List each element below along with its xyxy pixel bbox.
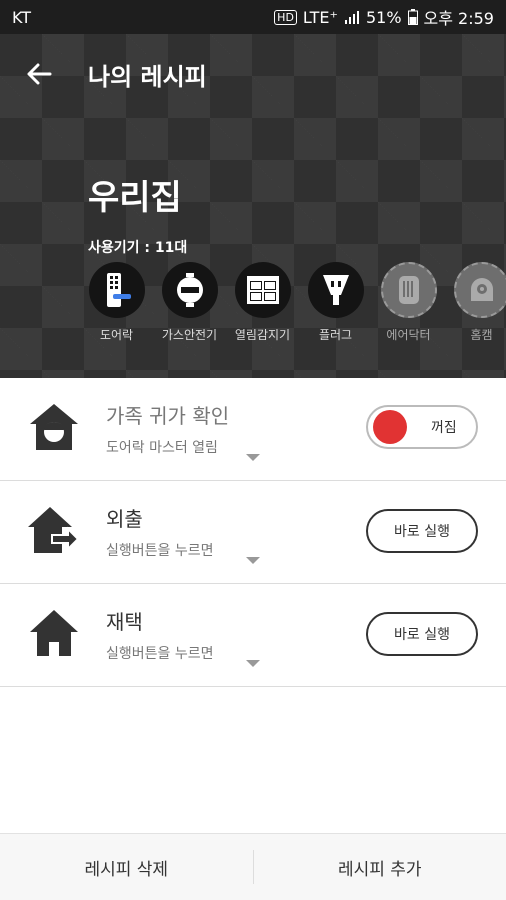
delete-recipe-button[interactable]: 레시피 삭제 [0,855,253,880]
add-recipe-button[interactable]: 레시피 추가 [254,855,506,880]
status-bar: KT HD LTE⁺ 51% 오후 2:59 [0,0,506,34]
clock: 오후 2:59 [423,9,494,28]
device-label: 도어락 [99,328,134,342]
home-cam-icon [470,278,493,301]
device-window-sensor[interactable]: 열림감지기 [226,262,299,343]
page-title: 나의 레시피 [88,62,207,91]
recipe-subtitle: 도어락 마스터 열림 [106,440,218,456]
device-gas-safety[interactable]: 가스안전기 [153,262,226,343]
chevron-down-icon[interactable] [246,454,260,461]
recipe-toggle[interactable]: 꺼짐 [366,405,478,449]
plug-icon [322,275,349,305]
recipe-subtitle: 실행버튼을 누르면 [106,646,214,662]
home-icon [30,610,78,656]
device-label: 홈캠 [470,328,493,342]
device-door-lock[interactable]: 도어락 [80,262,153,343]
signal-icon [344,11,359,24]
recipe-title: 외출 [106,507,143,531]
device-label: 플러그 [318,328,353,342]
device-label: 가스안전기 [161,328,218,342]
device-list: 도어락 가스안전기 열림감지기 플러그 에어닥터 홈캠 [80,262,506,343]
carrier-label: KT [12,7,32,27]
device-label: 열림감지기 [234,328,291,342]
status-indicators: HD LTE⁺ 51% 오후 2:59 [274,5,494,29]
recipe-header: 나의 레시피 우리집 사용기기 : 11대 도어락 가스안전기 열림감지기 플러… [0,34,506,378]
window-sensor-icon [246,276,279,304]
family-home-icon [30,404,78,450]
recipe-title: 재택 [106,610,143,634]
device-plug[interactable]: 플러그 [299,262,372,343]
battery-percent: 51% [365,7,402,27]
chevron-down-icon[interactable] [246,557,260,564]
run-now-button[interactable]: 바로 실행 [366,509,478,553]
device-label: 에어닥터 [386,328,431,342]
recipe-list: 가족 귀가 확인 도어락 마스터 열림 꺼짐 외출 실행버튼을 누르면 바로 실… [0,378,506,687]
battery-icon [407,9,418,25]
run-now-button[interactable]: 바로 실행 [366,612,478,656]
back-arrow-icon [27,63,52,85]
device-air-doctor[interactable]: 에어닥터 [372,262,445,343]
bottom-action-bar: 레시피 삭제 레시피 추가 [0,833,506,900]
toggle-knob [373,410,407,444]
leave-home-icon [28,507,80,553]
chevron-down-icon[interactable] [246,660,260,667]
air-doctor-icon [398,276,419,304]
device-count: 사용기기 : 11대 [88,240,188,256]
home-name: 우리집 [88,178,182,218]
recipe-stay-home[interactable]: 재택 실행버튼을 누르면 바로 실행 [0,584,506,687]
recipe-family-home[interactable]: 가족 귀가 확인 도어락 마스터 열림 꺼짐 [0,378,506,481]
door-lock-icon [106,273,131,307]
gas-safety-icon [176,273,203,307]
hd-voice-icon: HD [274,9,297,25]
recipe-going-out[interactable]: 외출 실행버튼을 누르면 바로 실행 [0,481,506,584]
recipe-title: 가족 귀가 확인 [106,404,230,428]
device-home-cam[interactable]: 홈캠 [445,262,506,343]
recipe-subtitle: 실행버튼을 누르면 [106,543,214,559]
network-type: LTE⁺ [302,7,338,27]
toggle-label: 꺼짐 [431,420,457,436]
back-button[interactable] [24,59,54,89]
top-bar: 나의 레시피 [0,34,506,114]
